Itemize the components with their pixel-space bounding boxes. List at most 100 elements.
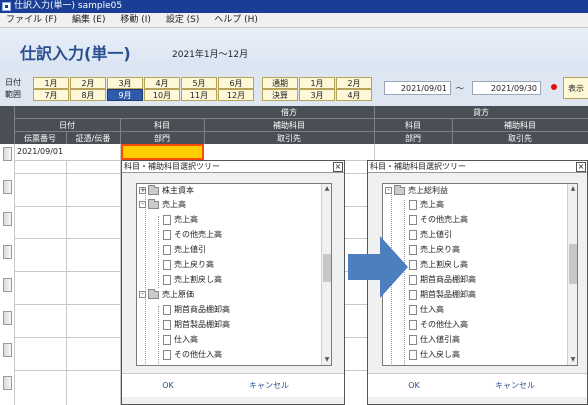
menu-move[interactable]: 移動 (I) (114, 13, 157, 28)
month-button-8[interactable]: 8月 (70, 89, 106, 101)
month-button-4[interactable]: 4月 (144, 77, 180, 89)
menu-settings[interactable]: 設定 (S) (160, 13, 206, 28)
cancel-button[interactable]: キャンセル (214, 374, 324, 398)
tree-leaf-item[interactable]: 期首商品棚卸高 (409, 273, 476, 286)
tree-leaf-item[interactable]: 売上高 (409, 198, 444, 211)
ok-button[interactable]: OK (368, 374, 460, 398)
month-button-12[interactable]: 12月 (218, 89, 254, 101)
tree-leaf-item[interactable]: 仕入値引高 (409, 333, 460, 346)
row-handle[interactable] (3, 147, 12, 161)
date-from-field[interactable]: 2021/09/01 (384, 81, 451, 95)
month-button-10[interactable]: 10月 (144, 89, 180, 101)
tree-leaf-item[interactable]: その他仕入高 (163, 348, 222, 361)
document-icon (409, 199, 417, 210)
show-button[interactable]: 表示 (563, 77, 588, 99)
row-handle[interactable] (3, 343, 12, 357)
tree-leaf-item[interactable]: 期首製品棚卸高 (409, 288, 476, 301)
tree-folder-item[interactable]: + 株主資本 (139, 184, 194, 197)
tree-folder-item[interactable]: - 売上総利益 (385, 184, 448, 197)
document-icon (163, 229, 171, 240)
active-account-cell[interactable] (121, 144, 204, 160)
fiscal-period: 2021年1月～12月 (172, 50, 249, 60)
tree-leaf-item[interactable]: 売上割戻し高 (163, 273, 222, 286)
tree-leaf-item[interactable]: 売上戻り高 (409, 243, 460, 256)
credit-sub-account-header: 補助科目 (504, 121, 536, 130)
month-button-2[interactable]: 2月 (70, 77, 106, 89)
dialog-title: 科目・補助科目選択ツリー (122, 161, 344, 173)
scroll-up-icon[interactable]: ▲ (568, 184, 577, 194)
row-handle[interactable] (3, 180, 12, 194)
document-icon (163, 244, 171, 255)
close-icon[interactable]: × (576, 162, 586, 172)
row-handle[interactable] (3, 245, 12, 259)
tree-folder-item[interactable]: - 売上高 (139, 198, 186, 211)
scroll-down-icon[interactable]: ▼ (568, 355, 577, 365)
first-row-date[interactable]: 2021/09/01 (17, 147, 63, 156)
scroll-down-icon[interactable]: ▼ (322, 355, 331, 365)
tree-leaf-item[interactable]: 仕入戻し高 (409, 348, 460, 361)
next-month-button-1[interactable]: 1月 (299, 77, 335, 89)
credit-account-header: 科目 (405, 121, 421, 130)
tree-leaf-item[interactable]: その他売上高 (409, 213, 468, 226)
tree-leaf-item[interactable]: その他売上高 (163, 228, 222, 241)
credit-partner-header: 取引先 (508, 134, 532, 143)
account-tree[interactable]: + 株主資本 - 売上高 売上高 その他売上高 売上値引 売上戻り高 売上割戻し高 … (136, 183, 332, 366)
next-month-button-3[interactable]: 3月 (299, 89, 335, 101)
tree-leaf-item[interactable]: 期首製品棚卸高 (163, 318, 230, 331)
document-icon (163, 349, 171, 360)
tree-scrollbar[interactable]: ▲ ▼ (321, 184, 331, 365)
month-button-5[interactable]: 5月 (181, 77, 217, 89)
row-handle[interactable] (3, 376, 12, 390)
tree-folder-item[interactable]: - 売上原価 (139, 288, 194, 301)
credit-header: 貸方 (473, 108, 489, 117)
month-button-11[interactable]: 11月 (181, 89, 217, 101)
month-button-9-selected[interactable]: 9月 (107, 89, 143, 101)
tree-leaf-item[interactable]: 売上割戻し高 (409, 258, 468, 271)
evidence-header: 証憑/伝番 (75, 134, 111, 143)
range-label: 範囲 (5, 90, 21, 99)
tree-leaf-item[interactable]: 仕入高 (409, 303, 444, 316)
scroll-up-icon[interactable]: ▲ (322, 184, 331, 194)
menu-edit[interactable]: 編集 (E) (66, 13, 112, 28)
tree-scrollbar[interactable]: ▲ ▼ (567, 184, 577, 365)
document-icon (163, 214, 171, 225)
full-year-button[interactable]: 通期 (262, 77, 298, 89)
tree-leaf-item[interactable]: 売上値引 (163, 243, 206, 256)
tree-leaf-item[interactable]: 売上値引 (409, 228, 452, 241)
scroll-thumb[interactable] (323, 254, 331, 282)
debit-department-header: 部門 (154, 134, 170, 143)
document-icon (163, 274, 171, 285)
menu-file[interactable]: ファイル (F) (0, 13, 63, 28)
month-button-6[interactable]: 6月 (218, 77, 254, 89)
date-label: 日付 (5, 78, 21, 87)
row-handle[interactable] (3, 212, 12, 226)
closing-button[interactable]: 決算 (262, 89, 298, 101)
row-handle[interactable] (3, 311, 12, 325)
tree-leaf-item[interactable]: 仕入高 (163, 333, 198, 346)
voucher-number-header: 伝票番号 (24, 134, 56, 143)
status-dot (551, 84, 557, 90)
table-header: 借方 貸方 日付 科目 補助科目 科目 補助科目 伝票番号 証憑/伝番 部門 取… (0, 106, 588, 144)
row-handle[interactable] (3, 278, 12, 292)
next-month-button-2[interactable]: 2月 (336, 77, 372, 89)
folder-icon (148, 288, 159, 299)
debit-account-header: 科目 (154, 121, 170, 130)
month-button-7[interactable]: 7月 (33, 89, 69, 101)
close-icon[interactable]: × (333, 162, 343, 172)
tree-leaf-item[interactable]: 売上高 (163, 213, 198, 226)
account-tree-dialog-left: 科目・補助科目選択ツリー × + 株主資本 - 売上高 売上高 その他売上高 売上値… (121, 160, 345, 405)
menu-help[interactable]: ヘルプ (H) (208, 13, 264, 28)
cancel-button[interactable]: キャンセル (460, 374, 570, 398)
ok-button[interactable]: OK (122, 374, 214, 398)
tree-leaf-item[interactable]: 期首商品棚卸高 (163, 303, 230, 316)
next-month-button-4[interactable]: 4月 (336, 89, 372, 101)
tree-leaf-item[interactable]: 売上戻り高 (163, 258, 214, 271)
date-to-field[interactable]: 2021/09/30 (472, 81, 541, 95)
document-icon (163, 319, 171, 330)
account-tree[interactable]: - 売上総利益 売上高 その他売上高 売上値引 売上戻り高 売上割戻し高 期首商品… (382, 183, 578, 366)
month-button-1[interactable]: 1月 (33, 77, 69, 89)
scroll-thumb[interactable] (569, 244, 577, 284)
folder-icon (148, 198, 159, 209)
month-button-3[interactable]: 3月 (107, 77, 143, 89)
tree-leaf-item[interactable]: その他仕入高 (409, 318, 468, 331)
